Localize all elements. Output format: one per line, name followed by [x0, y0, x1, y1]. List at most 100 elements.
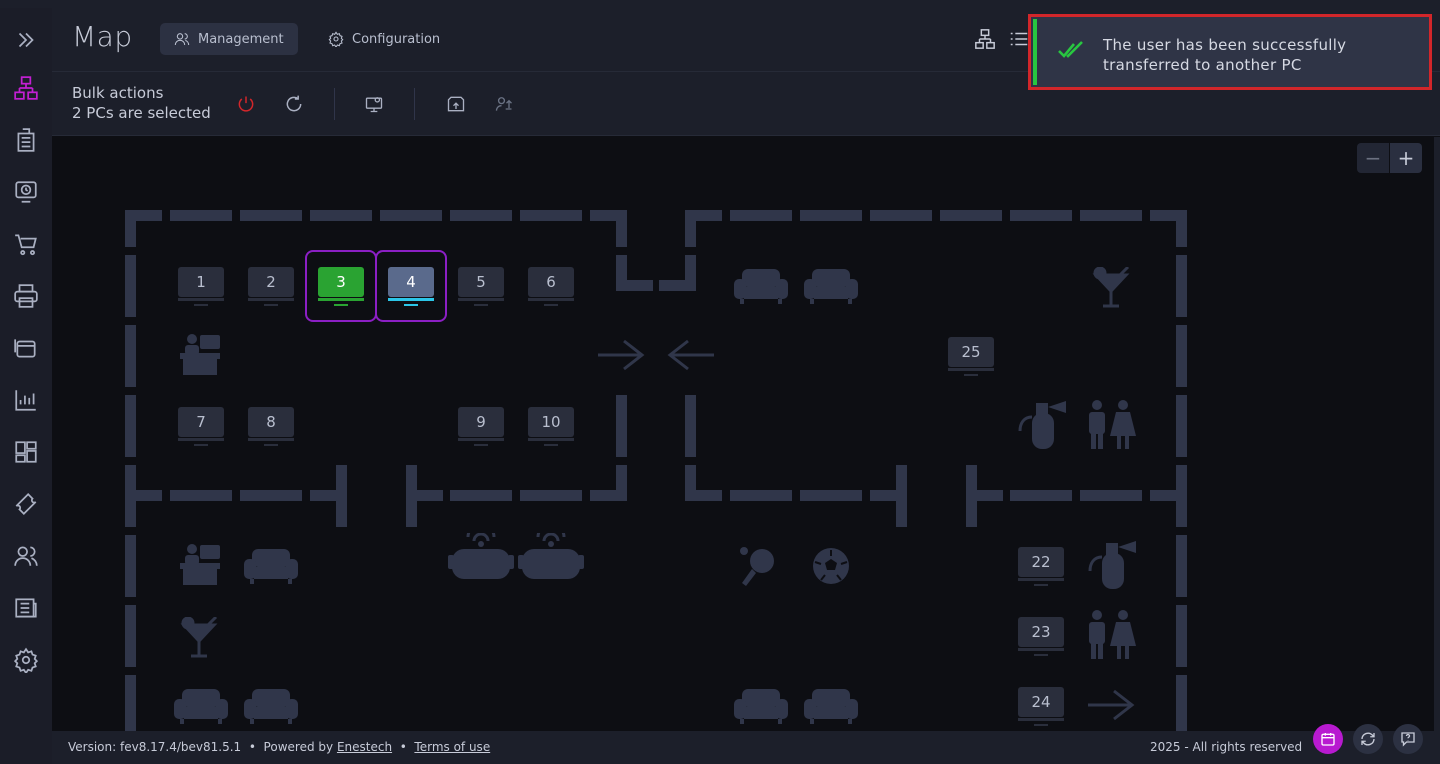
success-toast: The user has been successfully transferr… [1028, 14, 1432, 90]
soccer-ball-icon [813, 548, 849, 584]
users-icon [174, 33, 190, 46]
pc-number: 24 [1018, 687, 1064, 717]
sofa-icon [734, 689, 788, 724]
version-text: Version: fev8.17.4/bev81.5.1 [68, 740, 242, 754]
ping-pong-icon [740, 547, 774, 586]
reception-desk-icon [180, 544, 220, 585]
restart-icon [286, 95, 302, 112]
restart-button[interactable] [282, 92, 306, 116]
pc-station-1[interactable]: 1 [178, 267, 224, 309]
pc-number: 2 [248, 267, 294, 297]
sofa-icon [174, 689, 228, 724]
sidebar [0, 8, 52, 764]
pc-number: 25 [948, 337, 994, 367]
ticket-nav-icon[interactable] [10, 488, 42, 520]
separator: • [399, 740, 407, 754]
powered-by-text: Powered by [263, 740, 334, 754]
calendar-button[interactable] [1313, 724, 1343, 754]
pc-number: 10 [528, 407, 574, 437]
reports-nav-icon[interactable] [10, 384, 42, 416]
footer: Version: fev8.17.4/bev81.5.1 • Powered b… [52, 731, 1440, 764]
transfer-session-button[interactable] [444, 92, 468, 116]
divider [414, 88, 415, 120]
cocktail-icon [180, 617, 218, 658]
sofa-icon [244, 689, 298, 724]
pc-station-5[interactable]: 5 [458, 267, 504, 309]
list-view-icon[interactable] [1008, 28, 1030, 50]
pc-number: 4 [388, 267, 434, 297]
pc-station-6[interactable]: 6 [528, 267, 574, 309]
pc-station-2[interactable]: 2 [248, 267, 294, 309]
enestech-link[interactable]: Enestech [337, 740, 392, 754]
map-scrollbar[interactable] [1434, 137, 1440, 731]
users-nav-icon[interactable] [10, 540, 42, 572]
pc-station-23[interactable]: 23 [1018, 617, 1064, 659]
transfer-user-button[interactable] [492, 92, 516, 116]
gear-icon [328, 31, 344, 47]
windows-nav-icon[interactable] [10, 332, 42, 364]
news-nav-icon[interactable] [10, 592, 42, 624]
tab-management[interactable]: Management [160, 23, 298, 55]
transfer-icon [447, 96, 465, 112]
pc-station-22[interactable]: 22 [1018, 547, 1064, 589]
reception-desk-icon [180, 334, 220, 375]
pc-number: 7 [178, 407, 224, 437]
pc-number: 23 [1018, 617, 1064, 647]
pc-station-3[interactable]: 3 [318, 267, 364, 309]
pc-station-10[interactable]: 10 [528, 407, 574, 449]
pc-station-4[interactable]: 4 [388, 267, 434, 309]
refresh-button[interactable] [1353, 724, 1383, 754]
cocktail-icon [1092, 267, 1130, 308]
expand-sidebar-icon[interactable] [10, 24, 42, 56]
restroom-icon [1089, 400, 1136, 449]
footer-info: Version: fev8.17.4/bev81.5.1 • Powered b… [68, 740, 490, 754]
restroom-icon [1089, 610, 1136, 659]
toast-message: The user has been successfully transferr… [1103, 35, 1346, 75]
pc-station-24[interactable]: 24 [1018, 687, 1064, 729]
pc-number: 3 [318, 267, 364, 297]
vr-headset-icon [448, 533, 514, 579]
settings-nav-icon[interactable] [10, 644, 42, 676]
pc-station-9[interactable]: 9 [458, 407, 504, 449]
pc-station-25[interactable]: 25 [948, 337, 994, 379]
help-chat-icon [1401, 732, 1415, 747]
fire-extinguisher-icon [1088, 541, 1136, 589]
top-strip [0, 0, 1440, 8]
power-icon [238, 96, 254, 112]
selection-count: 2 PCs are selected [72, 104, 211, 122]
pc-number: 6 [528, 267, 574, 297]
pc-station-7[interactable]: 7 [178, 407, 224, 449]
power-off-button[interactable] [234, 92, 258, 116]
terms-link[interactable]: Terms of use [414, 740, 490, 754]
map-canvas[interactable]: − + 1 2 3 4 5 6 7 8 9 10 25 22 23 24 [52, 137, 1434, 731]
monitor-gear-icon [365, 97, 383, 113]
pc-station-8[interactable]: 8 [248, 407, 294, 449]
building-nav-icon[interactable] [10, 124, 42, 156]
pc-number: 1 [178, 267, 224, 297]
map-nav-icon[interactable] [10, 72, 42, 104]
pc-number: 9 [458, 407, 504, 437]
vr-headset-icon [518, 533, 584, 579]
separator: • [248, 740, 256, 754]
page-title: Map [72, 20, 133, 53]
divider [334, 88, 335, 120]
calendar-icon [1321, 733, 1335, 746]
pc-number: 5 [458, 267, 504, 297]
printer-nav-icon[interactable] [10, 280, 42, 312]
sofa-icon [734, 269, 788, 304]
monitor-settings-button[interactable] [362, 92, 386, 116]
help-button[interactable] [1393, 724, 1423, 754]
copyright-text: 2025 - All rights reserved [1150, 740, 1303, 754]
sofa-icon [804, 269, 858, 304]
sessions-nav-icon[interactable] [10, 176, 42, 208]
sofa-icon [804, 689, 858, 724]
bulk-actions-title: Bulk actions [72, 84, 164, 102]
tab-configuration[interactable]: Configuration [314, 23, 454, 55]
double-check-icon [1058, 41, 1083, 58]
map-view-icon[interactable] [974, 28, 996, 50]
cart-nav-icon[interactable] [10, 228, 42, 260]
toast-line-1: The user has been successfully [1103, 36, 1347, 54]
toast-body: The user has been successfully transferr… [1033, 19, 1427, 85]
dashboard-nav-icon[interactable] [10, 436, 42, 468]
toast-line-2: transferred to another PC [1103, 56, 1302, 74]
